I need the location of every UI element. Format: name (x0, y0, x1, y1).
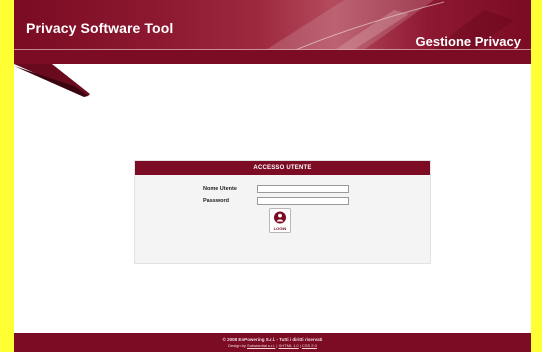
password-input[interactable] (257, 197, 349, 205)
login-panel: ACCESSO UTENTE Nome Utente Password LOGI… (134, 160, 431, 264)
username-row: Nome Utente (203, 185, 349, 193)
username-input[interactable] (257, 185, 349, 193)
page: Privacy Software Tool Gestione Privacy A… (14, 0, 531, 352)
login-panel-title: ACCESSO UTENTE (135, 161, 430, 175)
header-banner: Privacy Software Tool Gestione Privacy (14, 0, 531, 64)
app-title: Privacy Software Tool (26, 20, 174, 36)
xhtml-link[interactable]: XHTML 1.0 (279, 343, 299, 348)
login-button[interactable]: LOGIN (269, 208, 291, 233)
password-label: Password (203, 198, 229, 204)
designer-link[interactable]: Substantial s.r.l. (247, 343, 275, 348)
section-title: Gestione Privacy (415, 34, 522, 49)
corner-stripe-decoration (14, 64, 90, 97)
footer-separator: | (276, 343, 278, 348)
design-prefix: Design by (228, 343, 246, 348)
css-link[interactable]: CSS 2.0 (302, 343, 317, 348)
header-band (14, 50, 531, 64)
footer-separator: | (299, 343, 301, 348)
footer-copyright: © 2008 EnPowering S.r.l. - Tutti i dirit… (222, 337, 323, 342)
password-row: Password (203, 197, 349, 205)
username-label: Nome Utente (203, 186, 237, 192)
login-button-label: LOGIN (273, 226, 287, 231)
user-icon (274, 211, 286, 224)
footer-credits: Design by Substantial s.r.l. | XHTML 1.0… (14, 343, 531, 349)
footer: © 2008 EnPowering S.r.l. - Tutti i dirit… (14, 333, 531, 352)
